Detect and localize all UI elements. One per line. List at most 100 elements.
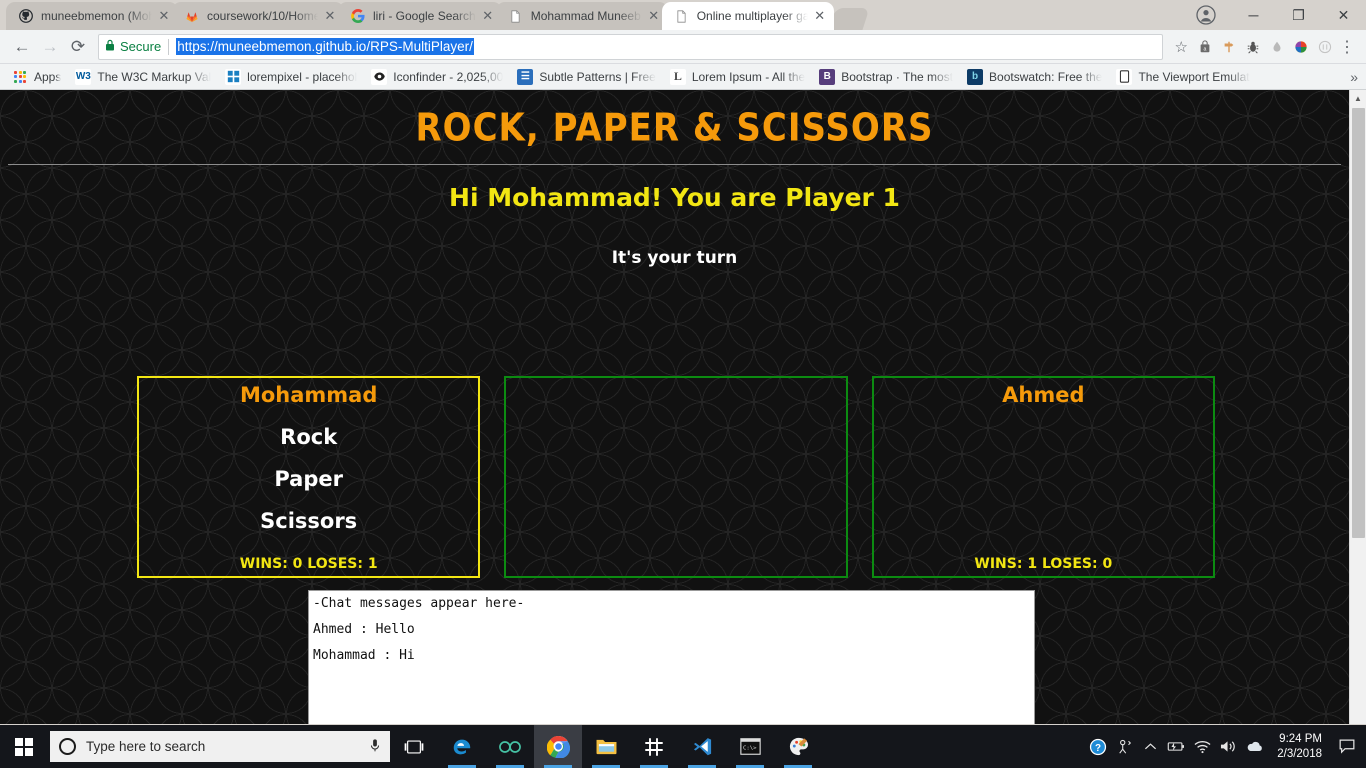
bookmark-label: Bootswatch: Free the: [989, 69, 1103, 84]
windows-logo-icon: [15, 737, 33, 756]
tab-title: Mohammad Muneeb - P: [530, 9, 642, 23]
taskbar-item-file-explorer[interactable]: [582, 725, 630, 768]
close-icon[interactable]: ✕: [322, 8, 338, 24]
bookmark-item[interactable]: L Lorem Ipsum - All the: [664, 67, 811, 87]
close-icon[interactable]: ✕: [812, 8, 828, 24]
onedrive-icon[interactable]: [1241, 725, 1267, 768]
rps-game-page: Rock, Paper & Scissors Hi Mohammad! You …: [0, 90, 1349, 724]
choice-scissors[interactable]: Scissors: [139, 509, 478, 533]
close-icon[interactable]: ✕: [646, 8, 662, 24]
help-icon[interactable]: ?: [1085, 725, 1111, 768]
colorwheel-icon[interactable]: [1290, 36, 1312, 58]
drop-icon[interactable]: [1266, 36, 1288, 58]
system-tray: ? 9:24 PM 2/3/2018: [1085, 725, 1366, 768]
close-icon[interactable]: ✕: [480, 8, 496, 24]
browser-tab-3[interactable]: Mohammad Muneeb - P ✕: [495, 2, 668, 30]
page-icon: [674, 8, 690, 24]
cortana-circle-icon: [59, 738, 76, 755]
bookmark-item[interactable]: lorempixel - placehol: [219, 67, 363, 87]
taskbar-clock[interactable]: 9:24 PM 2/3/2018: [1267, 725, 1332, 768]
battery-icon[interactable]: [1163, 725, 1189, 768]
address-bar[interactable]: Secure https://muneebmemon.github.io/RPS…: [98, 33, 1163, 60]
taskbar-item-chrome[interactable]: [534, 725, 582, 768]
person-share-icon[interactable]: [1111, 725, 1137, 768]
browser-tab-4[interactable]: Online multiplayer game ✕: [661, 2, 834, 30]
signpost-icon[interactable]: [1218, 36, 1240, 58]
bookmark-item[interactable]: The Viewport Emulat: [1110, 67, 1255, 87]
apps-grid-icon: [12, 69, 28, 85]
maximize-button[interactable]: ❐: [1276, 0, 1321, 30]
browser-tab-1[interactable]: coursework/10/Homewo ✕: [172, 2, 344, 30]
circle-icon[interactable]: [1314, 36, 1336, 58]
reload-icon[interactable]: ⟳: [64, 33, 92, 61]
bookmark-label: lorempixel - placehol: [247, 69, 358, 84]
scrollbar-thumb[interactable]: [1352, 108, 1365, 538]
bag-icon[interactable]: a: [1194, 36, 1216, 58]
w3c-icon: W3: [75, 68, 92, 85]
player-panels: Mohammad Rock Paper Scissors WINS: 0 LOS…: [137, 376, 1215, 578]
new-tab-button[interactable]: [828, 8, 870, 30]
bookmarks-overflow-icon[interactable]: »: [1350, 69, 1358, 85]
player-name: Mohammad: [239, 383, 378, 407]
volume-icon[interactable]: [1215, 725, 1241, 768]
action-center-icon[interactable]: [1332, 725, 1362, 768]
back-icon[interactable]: ←: [8, 33, 36, 61]
bookmark-item[interactable]: ☰ Subtle Patterns | Free: [511, 67, 662, 87]
google-icon: [350, 8, 366, 24]
show-hidden-icons-chevron[interactable]: [1137, 725, 1163, 768]
page-icon: [508, 8, 524, 24]
tab-strip: muneebmemon (Moham ✕ coursework/10/Homew…: [0, 0, 1366, 30]
bug-icon[interactable]: [1242, 36, 1264, 58]
lock-icon: [105, 39, 115, 54]
chrome-menu-icon[interactable]: ⋮: [1336, 37, 1358, 57]
profile-avatar-icon[interactable]: [1196, 5, 1216, 25]
forward-icon[interactable]: →: [36, 33, 64, 61]
turn-status: It's your turn: [611, 248, 738, 268]
bookmark-item[interactable]: b Bootswatch: Free the: [961, 67, 1108, 87]
microphone-icon[interactable]: [369, 738, 381, 756]
player-greeting: Hi Mohammad! You are Player 1: [449, 183, 900, 212]
secure-label: Secure: [120, 39, 162, 54]
player-stats: WINS: 1 LOSES: 0: [974, 556, 1113, 572]
close-window-button[interactable]: ✕: [1321, 0, 1366, 30]
page-title: Rock, Paper & Scissors: [415, 105, 934, 151]
apps-label: Apps: [34, 69, 62, 84]
svg-text:C:\>: C:\>: [742, 745, 756, 751]
bookmark-item[interactable]: B Bootstrap · The most: [813, 67, 959, 87]
bookmark-item[interactable]: Iconfinder - 2,025,00: [365, 67, 509, 87]
start-button[interactable]: [0, 725, 48, 768]
page-scrollbar[interactable]: ▲: [1349, 90, 1366, 724]
taskbar-item-opera-neon[interactable]: [486, 725, 534, 768]
taskbar-item-edge[interactable]: [438, 725, 486, 768]
taskbar-item-slack[interactable]: [630, 725, 678, 768]
bookmark-label: Subtle Patterns | Free: [539, 69, 656, 84]
bookmark-label: Bootstrap · The most: [841, 69, 954, 84]
task-view-button[interactable]: [390, 725, 438, 768]
minimize-button[interactable]: ─: [1231, 0, 1276, 30]
player-name: Ahmed: [1002, 383, 1085, 407]
scroll-up-arrow-icon[interactable]: ▲: [1350, 90, 1366, 107]
browser-tab-2[interactable]: liri - Google Search ✕: [338, 2, 502, 30]
clock-date: 2/3/2018: [1277, 747, 1322, 760]
taskbar-item-paint[interactable]: [774, 725, 822, 768]
svg-text:a: a: [1204, 46, 1207, 52]
clock-time: 9:24 PM: [1279, 732, 1322, 745]
url-text[interactable]: https://muneebmemon.github.io/RPS-MultiP…: [176, 38, 474, 55]
choice-rock[interactable]: Rock: [139, 425, 478, 449]
chat-log[interactable]: -Chat messages appear here- Ahmed : Hell…: [308, 590, 1035, 724]
bookmarks-bar: Apps W3 The W3C Markup Val lorempixel - …: [0, 64, 1366, 90]
taskbar-item-terminal[interactable]: C:\>: [726, 725, 774, 768]
taskbar-search-box[interactable]: Type here to search: [50, 731, 390, 762]
lorempixel-icon: [225, 68, 242, 85]
apps-shortcut[interactable]: Apps: [6, 67, 67, 87]
wifi-icon[interactable]: [1189, 725, 1215, 768]
browser-tab-0[interactable]: muneebmemon (Moham ✕: [6, 2, 178, 30]
bookmark-item[interactable]: W3 The W3C Markup Val: [69, 67, 217, 87]
tab-title: Online multiplayer game: [696, 9, 808, 23]
choice-paper[interactable]: Paper: [139, 467, 478, 491]
close-icon[interactable]: ✕: [156, 8, 172, 24]
tab-title: muneebmemon (Moham: [41, 9, 152, 23]
bookmark-star-icon[interactable]: ☆: [1175, 38, 1188, 56]
taskbar-item-vs-code[interactable]: [678, 725, 726, 768]
omnibox-divider: [168, 38, 170, 55]
